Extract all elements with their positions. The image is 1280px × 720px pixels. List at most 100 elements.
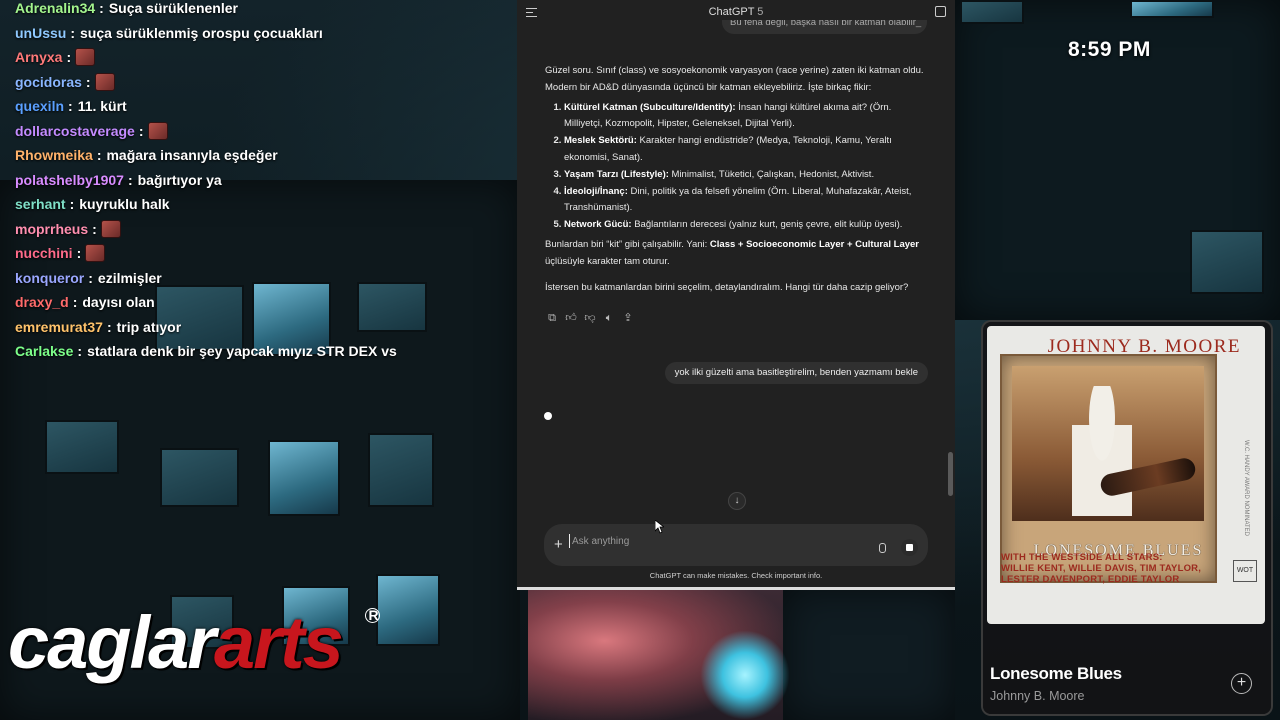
album-photo-frame: LONESOME BLUES (1000, 354, 1217, 583)
user-message: yok ilki güzelti ama basitleştirelim, be… (664, 362, 928, 384)
building-window (960, 0, 1024, 24)
chat-username[interactable]: Rhowmeika (15, 143, 93, 168)
chat-username[interactable]: dollarcostaverage (15, 119, 135, 144)
new-chat-icon[interactable] (935, 6, 946, 17)
chat-text: trip atıyor (116, 318, 182, 335)
scrollbar[interactable] (948, 452, 953, 496)
emote-icon (101, 220, 120, 237)
album-cover: LONESOME BLUES JOHNNY B. MOORE W.C. HAND… (987, 326, 1265, 624)
answer-combo: Bunlardan biri “kit” gibi çalışabilir. Y… (545, 237, 930, 271)
chat-username[interactable]: draxy_d (15, 290, 69, 315)
copy-icon[interactable]: ⧉ (546, 312, 558, 324)
answer-intro: Güzel soru. Sınıf (class) ve sosyoekonom… (545, 65, 924, 93)
chat-username[interactable]: nucchini (15, 241, 73, 266)
chat-username[interactable]: polatshelby1907 (15, 168, 124, 193)
building-window (1130, 0, 1214, 18)
thumbs-up-icon[interactable]: 👍︎ (565, 312, 577, 324)
chat-username[interactable]: Arnyxa (15, 45, 62, 70)
assistant-message: Güzel soru. Sınıf (class) ve sosyoekonom… (545, 63, 930, 296)
chat-username[interactable]: Carlakse (15, 339, 73, 364)
chat-text: dayısı olan (82, 294, 155, 310)
chat-username[interactable]: konqueror (15, 266, 84, 291)
composer: + (544, 524, 928, 566)
chat-separator: : (96, 147, 102, 163)
chat-text: mağara insanıyla eşdeğer (106, 147, 278, 163)
answer-list-item: Meslek Sektörü: Karakter hangi endüstrid… (564, 133, 930, 167)
add-to-library-button[interactable]: + (1231, 673, 1252, 694)
track-title: Lonesome Blues (990, 664, 1122, 683)
album-photo (1012, 366, 1204, 521)
chat-message: gocidoras: (15, 70, 515, 95)
chat-username[interactable]: unUssu (15, 21, 66, 46)
combo-post: üçlüsüyle karakter tam oturur. (545, 255, 670, 267)
chat-message: unUssu: suça sürüklenmiş orospu çocuaklar… (15, 21, 515, 46)
chat-separator: : (106, 318, 112, 335)
clock: 8:59 PM (1068, 38, 1151, 61)
stream-chat: Adrenalin34: Suça sürüklenenler unUssu: suç… (15, 0, 515, 364)
previous-user-message: Bu fena değil, başka nasıl bir katman ol… (722, 20, 927, 34)
microphone-icon[interactable] (879, 543, 886, 553)
album-award-text: W.C. HANDY AWARD NOMINATED (1243, 440, 1249, 537)
track-artist: Johnny B. Moore (990, 689, 1085, 703)
emote-icon (76, 49, 95, 66)
chat-separator: : (69, 196, 75, 212)
app-title: ChatGPT (708, 6, 755, 18)
thumbs-down-icon[interactable]: 👎︎ (584, 312, 596, 324)
combo-pre: Bunlardan biri “kit” gibi çalışabilir. Y… (545, 238, 710, 250)
chat-separator: : (85, 73, 91, 90)
logo-text-arts: arts (214, 601, 344, 684)
tower (783, 588, 955, 720)
chat-separator: : (72, 294, 78, 310)
album-credit-line: WITH THE WESTSIDE ALL STARS: (1001, 552, 1163, 563)
chat-username[interactable]: gocidoras (15, 70, 82, 95)
chat-message: polatshelby1907: bağırtıyor ya (15, 168, 515, 193)
chat-separator: : (138, 122, 144, 139)
chat-text: statlara denk bir şey yapcak mıyız STR D… (87, 343, 397, 359)
list-item-title: Network Gücü: (564, 219, 632, 231)
list-item-title: Meslek Sektörü: (564, 135, 637, 147)
chat-text: suça sürüklenmiş orospu çocuakları (80, 24, 323, 41)
chat-message: nucchini: (15, 241, 515, 266)
share-icon[interactable]: ⇪ (622, 312, 634, 324)
answer-list-item: Kültürel Katman (Subculture/Identity): İ… (564, 100, 930, 134)
album-credit-line: LESTER DAVENPORT, EDDIE TAYLOR (1001, 574, 1180, 585)
chat-separator: : (88, 269, 93, 286)
chat-separator: : (66, 49, 72, 65)
chat-message: serhant: kuyruklu halk (15, 192, 515, 217)
caglararts-logo: caglararts R (8, 598, 380, 688)
add-attachment-icon[interactable]: + (554, 536, 563, 553)
model-selector[interactable]: ChatGPT 5 (517, 6, 955, 18)
building-window (368, 433, 434, 507)
message-actions: ⧉ 👍︎ 👎︎ 🔈︎ ⇪ (546, 312, 634, 324)
emote-icon (86, 245, 105, 262)
chat-message: dollarcostaverage: (15, 119, 515, 144)
chat-message: draxy_d: dayısı olan (15, 290, 515, 315)
chat-text: ezilmişler (97, 269, 162, 286)
answer-list: Kültürel Katman (Subculture/Identity): İ… (545, 100, 930, 234)
chat-username[interactable]: moprrheus (15, 217, 88, 242)
chat-username[interactable]: emremurat37 (15, 315, 103, 340)
chat-text: Suça sürüklenenler (108, 0, 238, 16)
registered-mark: R (365, 608, 380, 623)
chat-text: kuyruklu halk (79, 196, 170, 212)
scroll-down-icon[interactable]: ↓ (728, 492, 746, 510)
list-item-text: Bağlantıların derecesi (yalnız kurt, gen… (634, 219, 903, 231)
prompt-input[interactable] (569, 534, 852, 548)
chat-username[interactable]: serhant (15, 192, 66, 217)
chat-username[interactable]: quexiln (15, 94, 64, 119)
chat-message: Carlakse: statlara denk bir şey yapcak mı… (15, 339, 515, 364)
answer-closing: İstersen bu katmanlardan birini seçelim,… (545, 281, 909, 293)
chat-username[interactable]: Adrenalin34 (15, 0, 95, 21)
chat-message: quexiln:11. kürt (15, 94, 515, 119)
chat-separator: : (70, 24, 76, 41)
album-credits: WITH THE WESTSIDE ALL STARS: WILLIE KENT,… (1001, 552, 1201, 585)
answer-list-item: Yaşam Tarzı (Lifestyle): Minimalist, Tük… (564, 167, 930, 184)
building-window (1190, 230, 1264, 294)
read-aloud-icon[interactable]: 🔈︎ (603, 312, 615, 324)
model-version: 5 (757, 6, 764, 18)
label-logo-icon: WOT (1233, 560, 1257, 582)
chat-message: emremurat37: trip atıyor (15, 315, 515, 340)
typing-indicator (544, 412, 552, 420)
now-playing-widget: LONESOME BLUES JOHNNY B. MOORE W.C. HAND… (983, 322, 1271, 714)
stop-generating-button[interactable] (901, 539, 918, 556)
